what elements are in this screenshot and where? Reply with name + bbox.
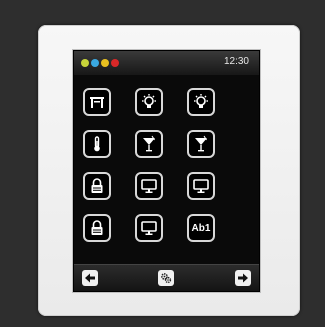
lightbulb-icon <box>142 94 156 108</box>
status-dot-yellow <box>101 59 109 67</box>
light-button-1[interactable] <box>135 88 163 116</box>
monitor-icon <box>141 179 157 193</box>
temperature-button[interactable] <box>83 130 111 158</box>
touch-screen: 12:30 Ab1 <box>73 50 260 292</box>
lock-icon <box>91 178 103 193</box>
bar-button-1[interactable] <box>135 130 163 158</box>
lightbulb-icon <box>194 94 208 108</box>
cocktail-icon <box>143 135 155 152</box>
lock-button-2[interactable] <box>83 214 111 242</box>
screen-button-2[interactable] <box>187 172 215 200</box>
scene-grid: Ab1 <box>83 88 215 242</box>
status-dot-blue <box>91 59 99 67</box>
monitor-icon <box>141 221 157 235</box>
status-bar: 12:30 <box>74 51 259 75</box>
screen-button-1[interactable] <box>135 172 163 200</box>
clock: 12:30 <box>223 56 249 67</box>
light-button-2[interactable] <box>187 88 215 116</box>
status-dot-yellow-green <box>81 59 89 67</box>
thermometer-icon <box>94 136 100 152</box>
table-button[interactable] <box>83 88 111 116</box>
table-icon <box>90 97 104 108</box>
settings-button[interactable] <box>158 270 174 286</box>
left-arrow-icon <box>85 273 95 283</box>
bar-button-2[interactable] <box>187 130 215 158</box>
ab1-label: Ab1 <box>191 222 211 234</box>
back-button[interactable] <box>82 270 98 286</box>
cocktail-icon <box>195 135 207 152</box>
monitor-icon <box>193 179 209 193</box>
navigation-bar <box>74 264 259 291</box>
status-indicators <box>81 59 119 67</box>
ab1-button[interactable]: Ab1 <box>187 214 215 242</box>
lock-icon <box>91 220 103 235</box>
gears-icon <box>161 273 172 284</box>
status-dot-red <box>111 59 119 67</box>
screen-button-3[interactable] <box>135 214 163 242</box>
lock-button-1[interactable] <box>83 172 111 200</box>
forward-button[interactable] <box>235 270 251 286</box>
right-arrow-icon <box>238 273 248 283</box>
